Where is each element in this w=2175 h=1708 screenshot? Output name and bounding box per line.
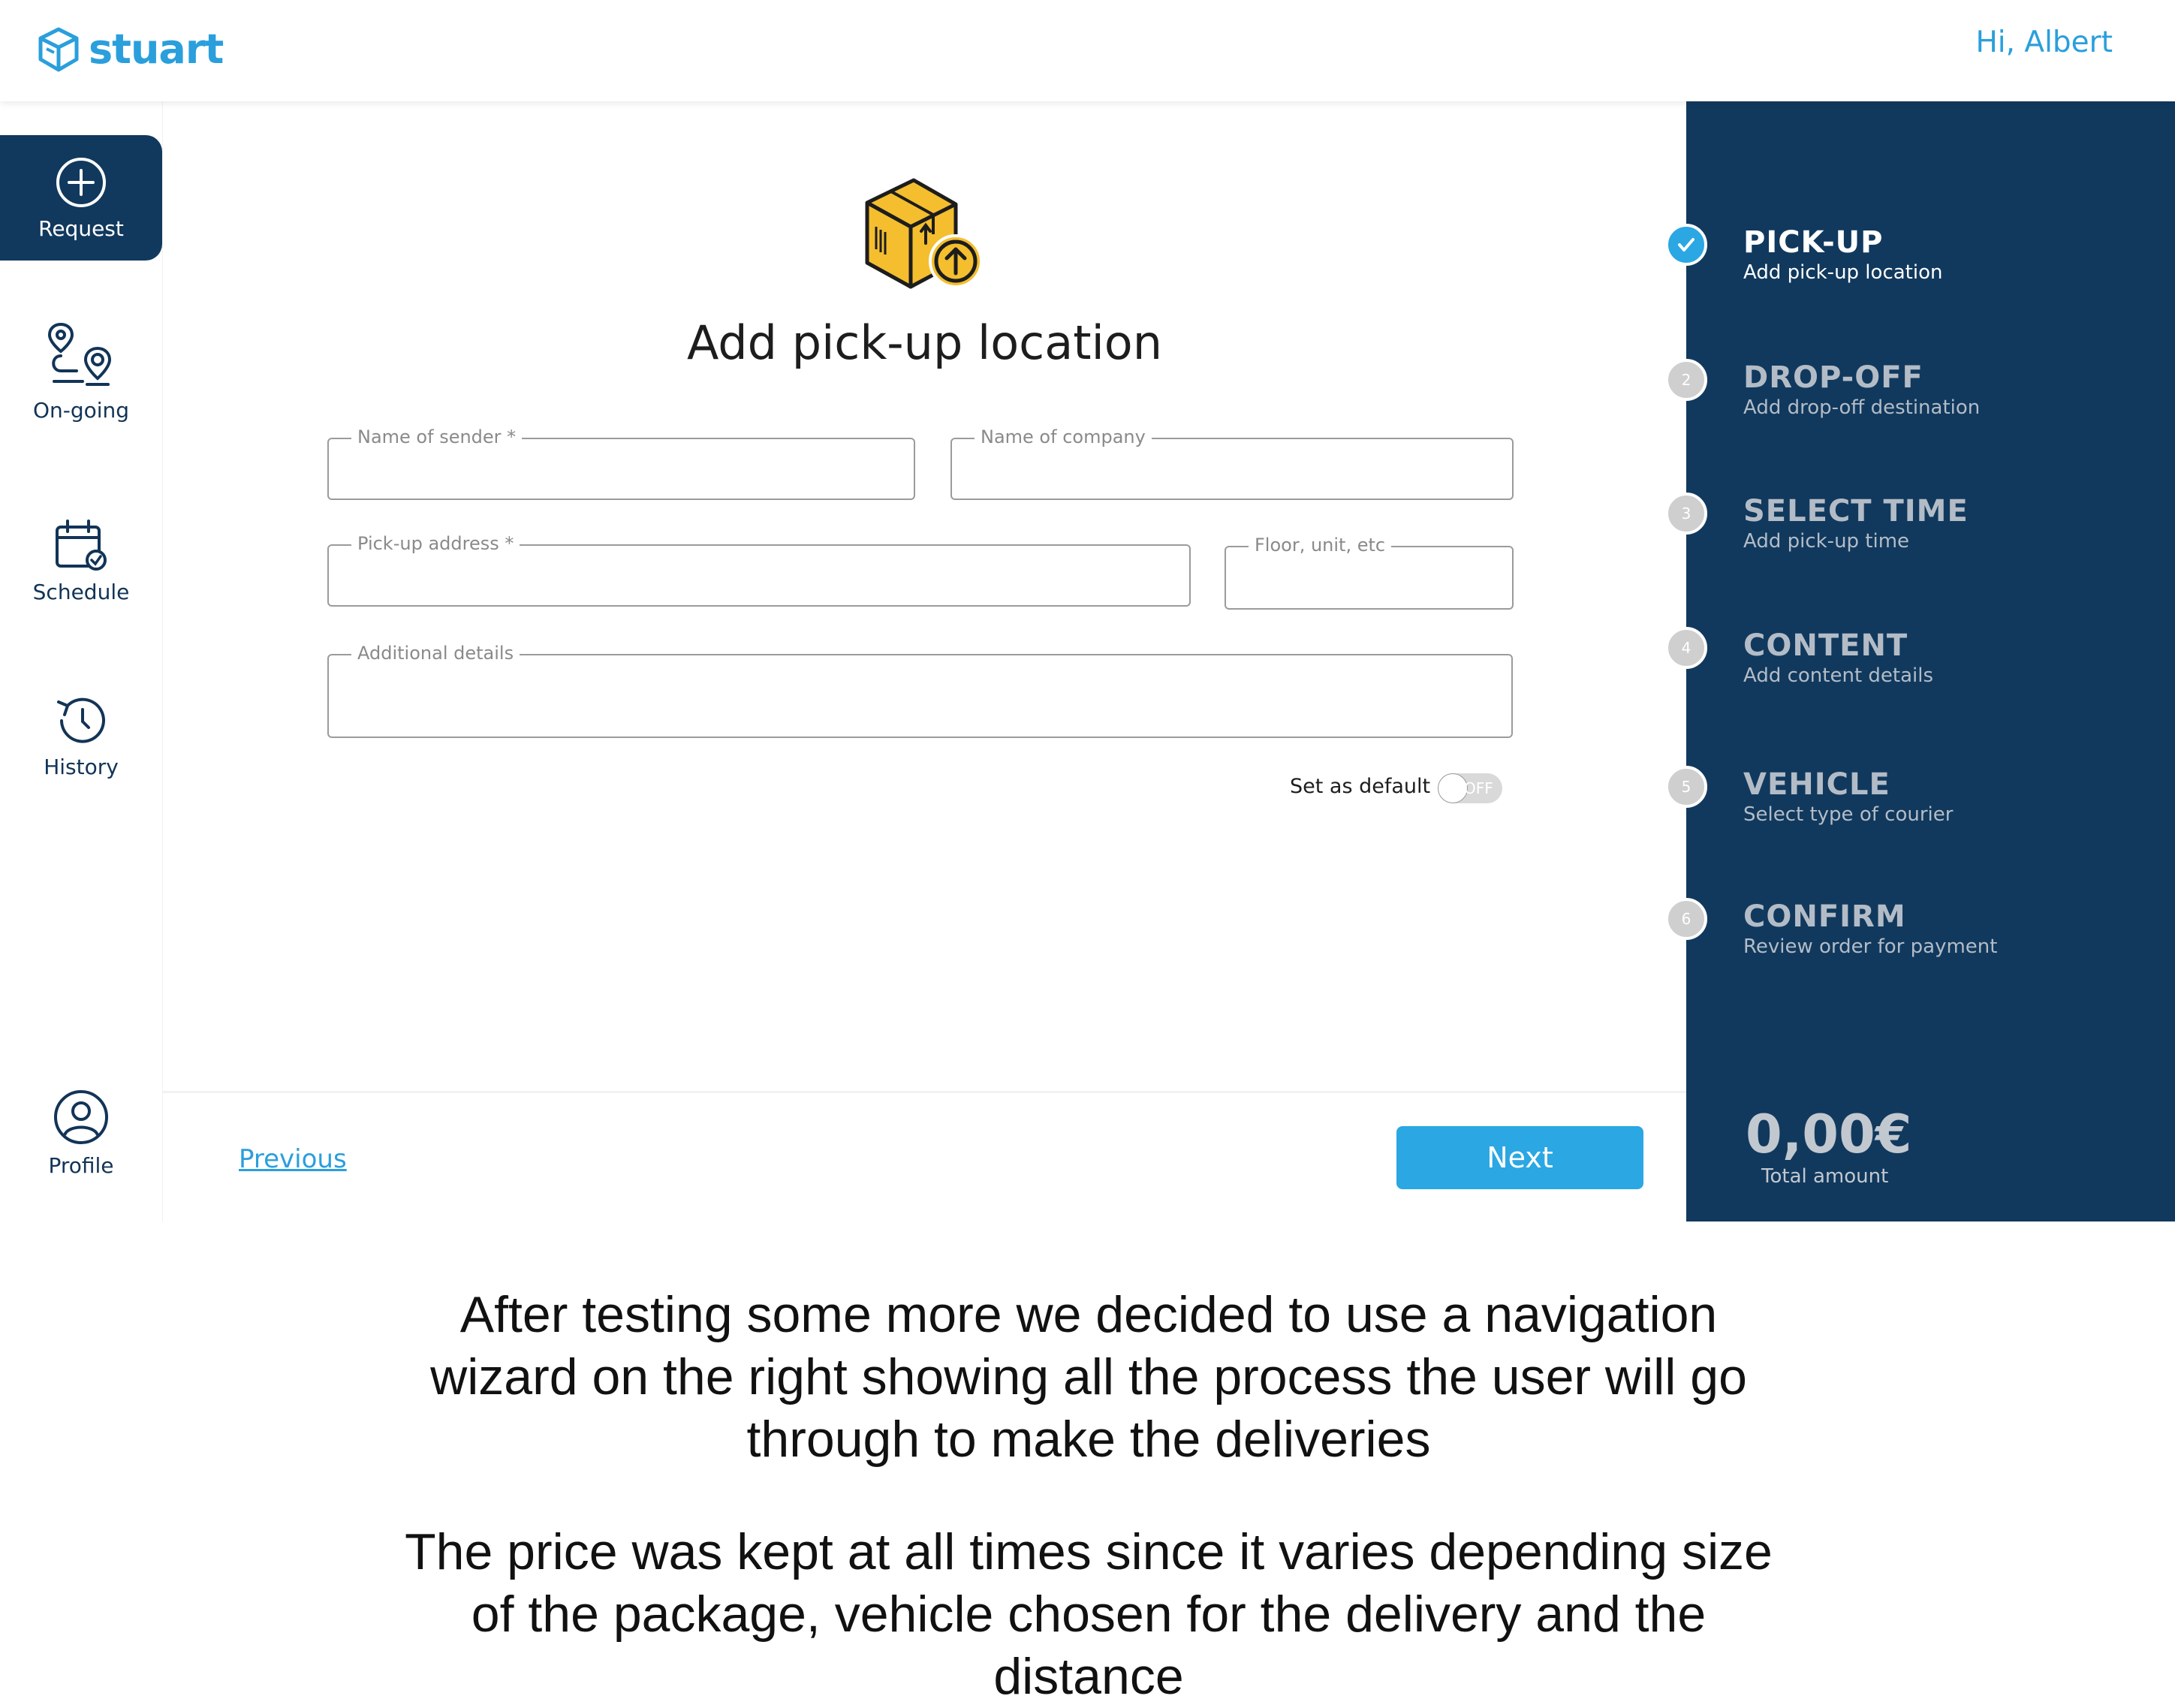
wizard-step-vehicle[interactable]: 5 VEHICLE Select type of courier xyxy=(1665,766,1954,826)
sidebar-item-label: Profile xyxy=(48,1153,114,1178)
caption-paragraph-1: After testing some more we decided to us… xyxy=(300,1284,1877,1471)
additional-details-label: Additional details xyxy=(351,643,520,664)
wizard-step-pickup[interactable]: PICK-UP Add pick-up location xyxy=(1665,224,1943,284)
step-subtitle: Add drop-off destination xyxy=(1743,396,1981,419)
sidebar-item-profile[interactable]: Profile xyxy=(0,1089,162,1178)
company-name-label: Name of company xyxy=(975,426,1152,447)
pickup-address-field[interactable]: Pick-up address * xyxy=(327,533,1191,607)
step-subtitle: Add content details xyxy=(1743,664,1934,687)
caption-line: After testing some more we decided to us… xyxy=(459,1286,1718,1343)
check-icon xyxy=(1665,224,1707,266)
step-subtitle: Review order for payment xyxy=(1743,935,1998,958)
step-title: VEHICLE xyxy=(1743,767,1890,802)
step-number: 2 xyxy=(1665,359,1707,401)
caption-line: wizard on the right showing all the proc… xyxy=(430,1348,1747,1405)
step-number: 4 xyxy=(1665,627,1707,669)
set-default-label: Set as default xyxy=(1290,775,1431,798)
sidebar: Request On-going Schedule History Profil… xyxy=(0,101,163,1222)
calendar-check-icon xyxy=(56,520,107,571)
step-number: 6 xyxy=(1665,898,1707,940)
stuart-logo[interactable]: stuart xyxy=(36,26,224,73)
wizard-step-select-time[interactable]: 3 SELECT TIME Add pick-up time xyxy=(1665,493,1969,553)
user-greeting[interactable]: Hi, Albert xyxy=(1975,26,2113,59)
sidebar-item-on-going[interactable]: On-going xyxy=(0,321,162,423)
additional-details-field[interactable]: Additional details xyxy=(327,643,1513,738)
sidebar-item-schedule[interactable]: Schedule xyxy=(0,518,162,604)
sidebar-item-label: History xyxy=(44,755,119,779)
step-number: 3 xyxy=(1665,493,1707,535)
user-circle-icon xyxy=(54,1090,108,1144)
total-price: 0,00€ xyxy=(1746,1104,1912,1165)
sidebar-item-label: Request xyxy=(38,216,124,241)
caption-paragraph-2: The price was kept at all times since it… xyxy=(300,1521,1877,1708)
wizard-step-dropoff[interactable]: 2 DROP-OFF Add drop-off destination xyxy=(1665,359,1981,419)
sender-name-label: Name of sender * xyxy=(351,426,523,447)
next-button[interactable]: Next xyxy=(1396,1126,1643,1189)
step-number: 5 xyxy=(1665,766,1707,808)
caption-line: distance xyxy=(993,1648,1184,1705)
step-title: CONTENT xyxy=(1743,628,1908,663)
floor-unit-field[interactable]: Floor, unit, etc xyxy=(1225,535,1514,610)
step-title: DROP-OFF xyxy=(1743,360,1923,395)
step-title: CONFIRM xyxy=(1743,899,1906,934)
plus-circle-icon xyxy=(56,158,106,207)
route-pin-icon xyxy=(47,322,112,386)
page-title: Add pick-up location xyxy=(686,315,1163,370)
sidebar-item-label: Schedule xyxy=(32,580,130,604)
sidebar-item-request[interactable]: Request xyxy=(0,135,162,261)
package-upload-icon xyxy=(865,178,983,289)
caption-line: The price was kept at all times since it… xyxy=(405,1523,1773,1580)
previous-link[interactable]: Previous xyxy=(239,1144,347,1174)
sidebar-item-label: On-going xyxy=(32,398,130,423)
pickup-address-label: Pick-up address * xyxy=(351,533,520,554)
total-price-label: Total amount xyxy=(1761,1165,1889,1188)
history-clock-icon xyxy=(57,697,105,743)
wizard-step-content[interactable]: 4 CONTENT Add content details xyxy=(1665,627,1934,687)
toggle-knob xyxy=(1438,773,1468,803)
floor-unit-label: Floor, unit, etc xyxy=(1249,535,1392,556)
logo-text: stuart xyxy=(89,26,224,73)
step-subtitle: Select type of courier xyxy=(1743,803,1954,826)
footer-divider xyxy=(163,1091,1686,1093)
top-header: stuart Hi, Albert xyxy=(0,0,2175,101)
step-subtitle: Add pick-up time xyxy=(1743,530,1910,553)
company-name-field[interactable]: Name of company xyxy=(950,426,1514,500)
caption-line: through to make the deliveries xyxy=(746,1411,1431,1468)
sidebar-item-history[interactable]: History xyxy=(0,694,162,779)
toggle-state-text: OFF xyxy=(1464,779,1493,797)
sender-name-field[interactable]: Name of sender * xyxy=(327,426,915,500)
step-subtitle: Add pick-up location xyxy=(1743,261,1943,284)
step-title: PICK-UP xyxy=(1743,225,1884,260)
step-title: SELECT TIME xyxy=(1743,494,1969,529)
box-logo-icon xyxy=(38,27,79,71)
wizard-step-confirm[interactable]: 6 CONFIRM Review order for payment xyxy=(1665,898,1998,958)
caption-line: of the package, vehicle chosen for the d… xyxy=(471,1586,1707,1643)
